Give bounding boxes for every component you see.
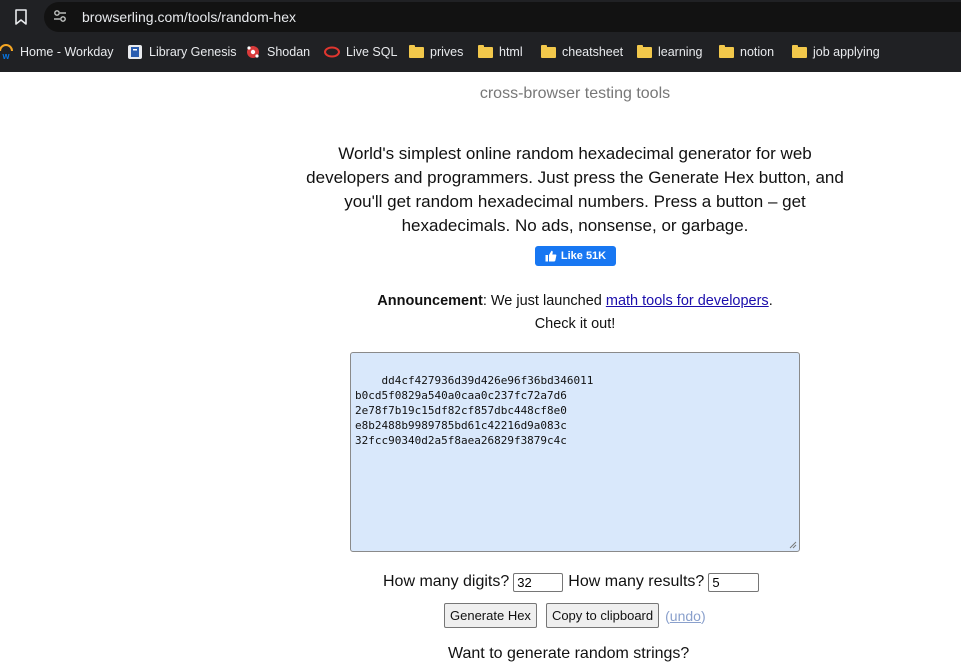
folder-icon bbox=[408, 44, 424, 60]
bookmark-folder-cheatsheet[interactable]: cheatsheet bbox=[540, 43, 623, 61]
bookmarks-bar: w Home - Workday Library Genesis Shodan … bbox=[0, 40, 961, 64]
folder-icon bbox=[791, 44, 807, 60]
bookmark-folder-html[interactable]: html bbox=[477, 43, 523, 61]
results-label: How many results? bbox=[568, 573, 705, 590]
bookmark-label: learning bbox=[658, 45, 703, 59]
undo-link[interactable]: undo bbox=[670, 608, 701, 624]
shodan-icon bbox=[245, 44, 261, 60]
announcement-period: . bbox=[768, 293, 773, 309]
bookmark-label: job applying bbox=[813, 45, 880, 59]
folder-icon bbox=[636, 44, 652, 60]
announcement-label: Announcement bbox=[377, 293, 483, 309]
bookmark-folder-job-applying[interactable]: job applying bbox=[791, 43, 880, 61]
announcement-text: : We just launched bbox=[482, 293, 606, 309]
bookmark-folder-learning[interactable]: learning bbox=[636, 43, 702, 61]
bookmark-label: Library Genesis bbox=[149, 45, 237, 59]
options-row: How many digits? How many results? bbox=[383, 570, 764, 594]
digits-input[interactable] bbox=[513, 572, 564, 592]
math-tools-link[interactable]: math tools for developers bbox=[606, 293, 769, 309]
bookmark-label: html bbox=[499, 45, 523, 59]
bookmark-label: Shodan bbox=[267, 45, 311, 59]
undo-wrapper: (undo) bbox=[665, 607, 706, 624]
bookmark-folder-prives[interactable]: prives bbox=[408, 43, 463, 61]
thumbs-up-icon bbox=[545, 250, 557, 262]
bookmark-label: prives bbox=[430, 45, 464, 59]
bookmark-label: cheatsheet bbox=[562, 45, 624, 59]
like-count: Like 51K bbox=[560, 250, 607, 262]
generate-hex-button[interactable]: Generate Hex bbox=[444, 603, 537, 628]
svg-text:w: w bbox=[1, 51, 10, 60]
bookmark-label: Live SQL bbox=[346, 45, 398, 59]
bookmark-icon[interactable] bbox=[12, 8, 30, 26]
site-tagline: cross-browser testing tools bbox=[479, 85, 671, 102]
page-content: cross-browser testing tools World's simp… bbox=[0, 72, 961, 662]
folder-icon bbox=[718, 44, 734, 60]
bookmark-label: Home - Workday bbox=[20, 45, 114, 59]
bookmark-folder-notion[interactable]: notion bbox=[718, 43, 774, 61]
action-buttons: Generate Hex Copy to clipboard (undo) bbox=[444, 603, 706, 628]
url-text[interactable]: browserling.com/tools/random-hex bbox=[82, 9, 296, 25]
workday-icon: w bbox=[0, 44, 14, 60]
copy-to-clipboard-button[interactable]: Copy to clipboard bbox=[545, 603, 660, 628]
bookmark-live-sql[interactable]: Live SQL bbox=[324, 43, 397, 61]
results-input[interactable] bbox=[708, 572, 760, 592]
bookmark-library-genesis[interactable]: Library Genesis bbox=[127, 43, 237, 61]
resize-grip-icon[interactable] bbox=[789, 541, 797, 549]
bookmark-label: notion bbox=[740, 45, 775, 59]
folder-icon bbox=[477, 44, 493, 60]
generate-strings-heading: Want to generate random strings? bbox=[448, 645, 690, 662]
facebook-like-button[interactable]: Like 51K bbox=[535, 246, 616, 266]
oracle-icon bbox=[324, 44, 340, 60]
digits-label: How many digits? bbox=[383, 573, 510, 590]
announcement: Announcement: We just launched math tool… bbox=[350, 290, 800, 336]
hex-output-text: dd4cf427936d39d426e96f36bd346011 b0cd5f0… bbox=[355, 374, 594, 447]
site-info-icon[interactable] bbox=[52, 8, 68, 24]
bookmark-shodan[interactable]: Shodan bbox=[245, 43, 310, 61]
browser-chrome: browserling.com/tools/random-hex w Home … bbox=[0, 0, 961, 72]
bookmark-home-workday[interactable]: w Home - Workday bbox=[0, 43, 114, 61]
library-genesis-icon bbox=[127, 44, 143, 60]
hex-output-textarea[interactable]: dd4cf427936d39d426e96f36bd346011 b0cd5f0… bbox=[350, 352, 800, 552]
folder-icon bbox=[540, 44, 556, 60]
announcement-line2: Check it out! bbox=[534, 316, 616, 332]
intro-text: World's simplest online random hexadecim… bbox=[306, 144, 844, 235]
